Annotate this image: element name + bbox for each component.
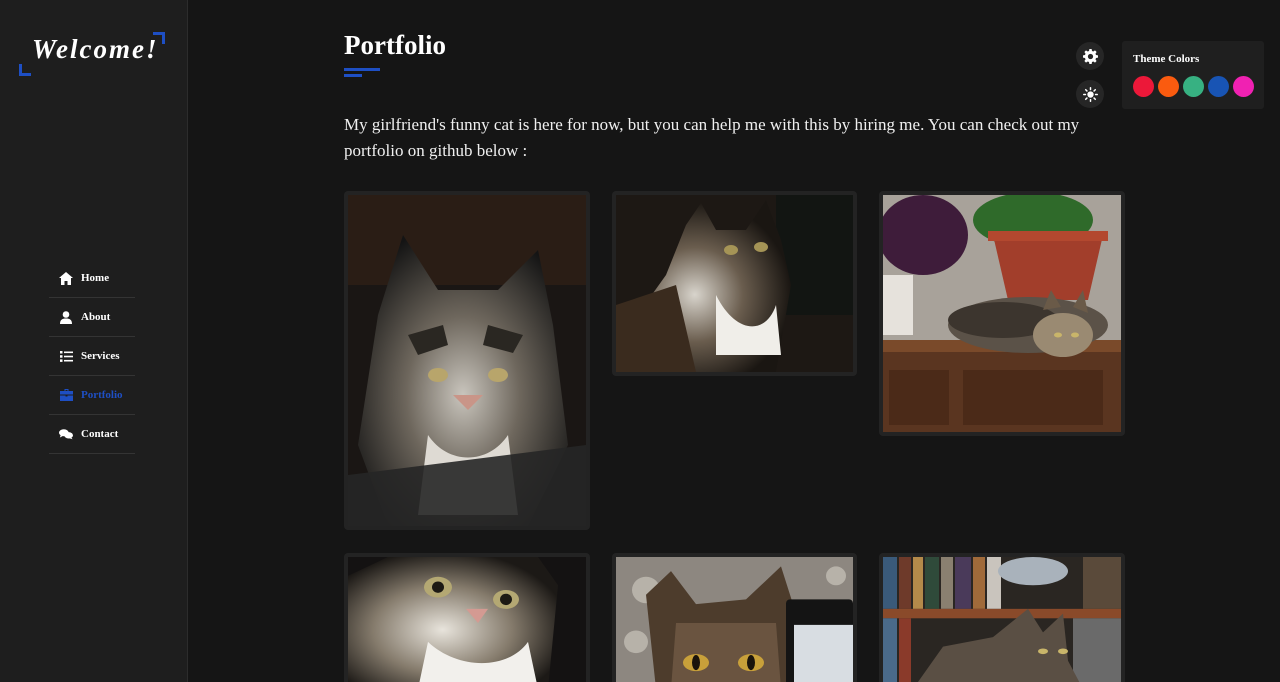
cat-image <box>883 195 1121 432</box>
sun-icon <box>1082 86 1098 102</box>
page-title: Portfolio <box>344 30 446 60</box>
cat-image <box>616 557 853 682</box>
color-swatches <box>1133 76 1254 97</box>
nav-item-services[interactable]: Services <box>49 337 135 376</box>
color-swatch-blue[interactable] <box>1208 76 1229 97</box>
nav-item-about[interactable]: About <box>49 298 135 337</box>
logo-text: Welcome! <box>32 34 159 64</box>
cat-photo-3[interactable] <box>879 191 1125 436</box>
sidebar: Welcome! Home About Services Portfolio C… <box>0 0 188 682</box>
color-swatch-green[interactable] <box>1183 76 1204 97</box>
cat-image <box>348 195 586 526</box>
cat-photo-4[interactable] <box>344 553 590 682</box>
nav-item-home[interactable]: Home <box>49 259 135 298</box>
cat-image <box>883 557 1121 682</box>
color-swatch-pink[interactable] <box>1233 76 1254 97</box>
color-swatch-red[interactable] <box>1133 76 1154 97</box>
title-underline-short <box>344 74 362 77</box>
briefcase-icon <box>59 388 73 402</box>
cat-photo-6[interactable] <box>879 553 1125 682</box>
home-icon <box>59 271 73 285</box>
intro-text: My girlfriend's funny cat is here for no… <box>344 115 1080 160</box>
nav-label-about: About <box>81 311 111 323</box>
cat-photo-1[interactable] <box>344 191 590 530</box>
gear-icon <box>1082 48 1098 64</box>
day-night-toggle[interactable] <box>1076 80 1104 108</box>
nav-item-portfolio[interactable]: Portfolio <box>49 376 135 415</box>
theme-colors-title: Theme Colors <box>1133 53 1200 65</box>
nav-item-contact[interactable]: Contact <box>49 415 135 454</box>
nav-label-services: Services <box>81 350 120 362</box>
sidebar-nav: Home About Services Portfolio Contact <box>49 259 135 454</box>
nav-label-contact: Contact <box>81 428 119 440</box>
comments-icon <box>59 427 73 441</box>
user-icon <box>59 310 73 324</box>
cat-photo-5[interactable] <box>612 553 857 682</box>
theme-colors-panel: Theme Colors <box>1122 41 1264 109</box>
logo-corner-bottom-left <box>19 64 31 76</box>
cat-image <box>348 557 586 682</box>
logo[interactable]: Welcome! <box>19 32 165 76</box>
list-icon <box>59 349 73 363</box>
cat-image <box>616 195 853 372</box>
cat-photo-2[interactable] <box>612 191 857 376</box>
nav-label-portfolio: Portfolio <box>81 389 123 401</box>
title-underline <box>344 68 380 71</box>
color-swatch-orange[interactable] <box>1158 76 1179 97</box>
nav-label-home: Home <box>81 272 110 284</box>
style-switcher-toggle[interactable] <box>1076 42 1104 70</box>
